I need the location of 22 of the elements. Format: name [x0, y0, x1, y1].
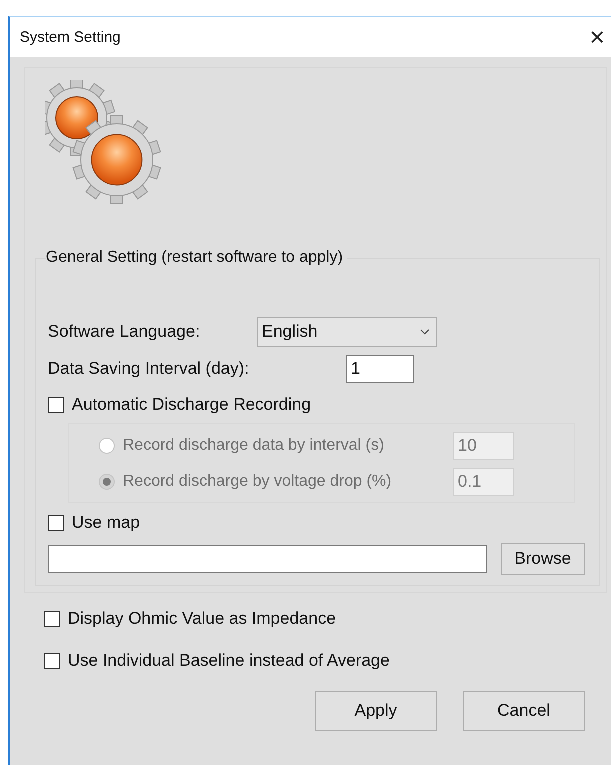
checkbox-label: Use map [72, 513, 140, 533]
window-title: System Setting [20, 28, 121, 46]
checkbox[interactable] [44, 611, 60, 627]
checkbox[interactable] [48, 397, 64, 413]
interval-input[interactable]: 1 [346, 355, 414, 383]
map-path-input[interactable] [48, 545, 487, 573]
radio-label: Record discharge by voltage drop (%) [123, 473, 393, 491]
radio-label: Record discharge data by interval (s) [123, 437, 386, 455]
checkbox[interactable] [44, 653, 60, 669]
group-title: General Setting (restart software to apply) [46, 249, 348, 267]
close-button[interactable]: × [590, 24, 605, 50]
language-dropdown[interactable]: English [257, 317, 437, 347]
dialog-button[interactable]: Cancel [463, 691, 585, 731]
checkbox-label: Display Ohmic Value as Impedance [68, 609, 336, 629]
checkbox[interactable] [48, 515, 64, 531]
chevron-down-icon [420, 329, 430, 335]
field-label: Data Saving Interval (day): [48, 359, 250, 379]
field-label: Software Language: [48, 322, 202, 342]
checkbox-label: Use Individual Baseline instead of Average [68, 651, 390, 671]
browse-button[interactable]: Browse [501, 543, 585, 575]
dialog-button[interactable]: Apply [315, 691, 437, 731]
checkbox-label: Automatic Discharge Recording [72, 395, 312, 415]
